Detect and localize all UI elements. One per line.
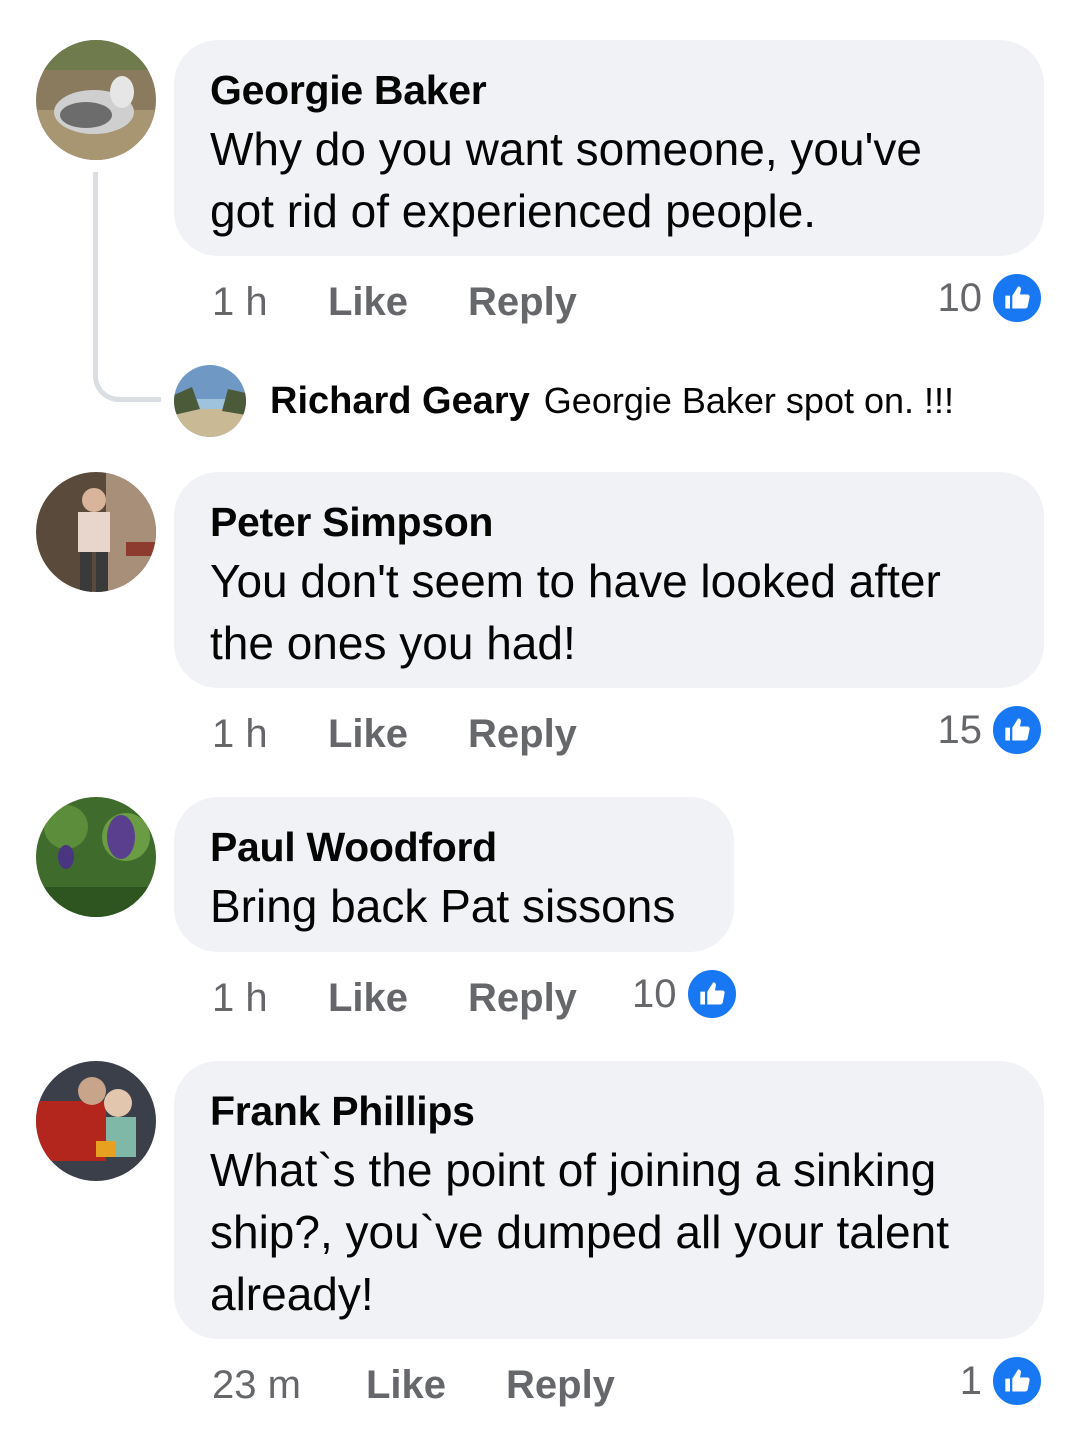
comment-bubble: Georgie Baker Why do you want someone, y… bbox=[174, 40, 1044, 256]
reply-text: Georgie Baker spot on. !!! bbox=[543, 380, 955, 421]
comment-bubble: Frank Phillips What`s the point of joini… bbox=[174, 1061, 1044, 1339]
comment-actions: 1 h Like Reply bbox=[212, 272, 577, 332]
comment-text-line: the ones you had! bbox=[210, 617, 576, 669]
reaction-count: 15 bbox=[937, 707, 983, 752]
like-button[interactable]: Like bbox=[328, 280, 468, 325]
reply-button[interactable]: Reply bbox=[468, 976, 577, 1021]
like-thumb-icon bbox=[990, 1354, 1044, 1408]
comment-text-line: Why do you want someone, you've bbox=[210, 123, 922, 175]
reply-author[interactable]: Richard Geary bbox=[270, 380, 530, 423]
reply-button[interactable]: Reply bbox=[468, 712, 577, 757]
comment-author[interactable]: Paul Woodford bbox=[210, 819, 698, 875]
comment-text-line: Bring back Pat sissons bbox=[210, 880, 676, 932]
reaction-count: 10 bbox=[937, 275, 983, 320]
like-thumb-icon bbox=[684, 967, 739, 1021]
comment-timestamp[interactable]: 1 h bbox=[212, 976, 328, 1021]
like-thumb-icon bbox=[990, 703, 1044, 757]
reply-comment: Richard Geary Georgie Baker spot on. !!! bbox=[174, 365, 954, 437]
reaction-summary[interactable]: 10 bbox=[632, 966, 739, 1022]
comment-text-line: got rid of experienced people. bbox=[210, 185, 817, 237]
reply-button[interactable]: Reply bbox=[506, 1363, 615, 1408]
avatar-richard-geary[interactable] bbox=[174, 365, 246, 437]
reaction-summary[interactable]: 15 bbox=[937, 702, 1044, 758]
like-button[interactable]: Like bbox=[328, 712, 468, 757]
like-button[interactable]: Like bbox=[366, 1363, 506, 1408]
comment-actions: 1 h Like Reply bbox=[212, 968, 577, 1028]
reply-button[interactable]: Reply bbox=[468, 280, 577, 325]
reaction-count: 10 bbox=[632, 971, 677, 1016]
comment-text-line: ship?, you`ve dumped all your talent bbox=[210, 1206, 949, 1258]
avatar-frank-phillips[interactable] bbox=[36, 1061, 156, 1181]
comment-author[interactable]: Frank Phillips bbox=[210, 1083, 1008, 1139]
comment-bubble: Peter Simpson You don't seem to have loo… bbox=[174, 472, 1044, 688]
comment-text-line: What`s the point of joining a sinking bbox=[210, 1144, 937, 1196]
comment-timestamp[interactable]: 1 h bbox=[212, 280, 328, 325]
reaction-summary[interactable]: 1 bbox=[960, 1353, 1044, 1409]
reaction-summary[interactable]: 10 bbox=[937, 270, 1044, 326]
comment-author[interactable]: Georgie Baker bbox=[210, 62, 1008, 118]
thread-connector bbox=[93, 172, 161, 402]
comment-actions: 23 m Like Reply bbox=[212, 1355, 615, 1415]
like-button[interactable]: Like bbox=[328, 976, 468, 1021]
comment-bubble: Paul Woodford Bring back Pat sissons bbox=[174, 797, 734, 952]
avatar-georgie-baker[interactable] bbox=[36, 40, 156, 160]
comment-text-line: already! bbox=[210, 1268, 374, 1320]
comment-timestamp[interactable]: 23 m bbox=[212, 1363, 366, 1408]
comment-author[interactable]: Peter Simpson bbox=[210, 494, 1008, 550]
comment-actions: 1 h Like Reply bbox=[212, 704, 577, 764]
reaction-count: 1 bbox=[959, 1358, 982, 1403]
like-thumb-icon bbox=[990, 271, 1044, 325]
avatar-peter-simpson[interactable] bbox=[36, 472, 156, 592]
comment-text-line: You don't seem to have looked after bbox=[210, 555, 941, 607]
avatar-paul-woodford[interactable] bbox=[36, 797, 156, 917]
comment-timestamp[interactable]: 1 h bbox=[212, 712, 328, 757]
